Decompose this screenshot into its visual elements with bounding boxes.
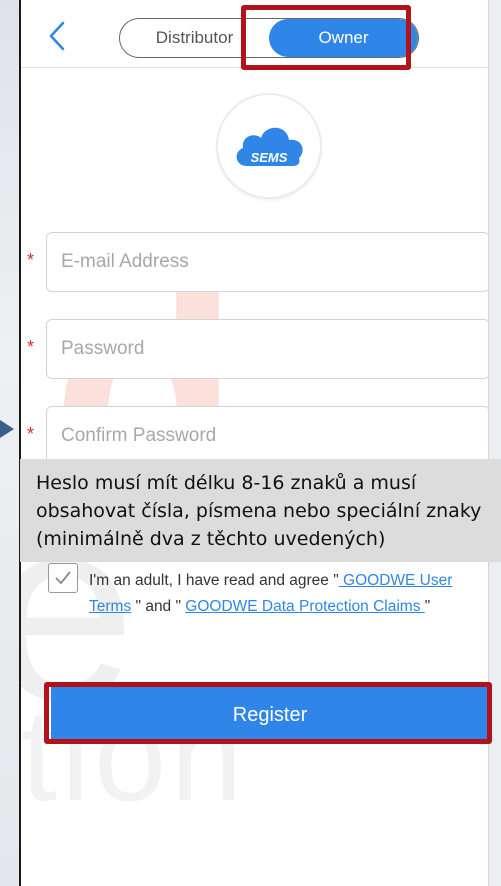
tooltip-line-2: obsahovat čísla, písmena nebo speciální … [36, 500, 482, 522]
password-hint-tooltip: Heslo musí mít délku 8-16 znaků a musí o… [20, 459, 501, 562]
required-mark-email: * [27, 250, 35, 270]
arrow-marker-icon [0, 420, 14, 438]
background-left-panel [0, 0, 20, 886]
tab-owner[interactable]: Owner [269, 19, 418, 57]
terms-text: I'm an adult, I have read and agree " GO… [89, 568, 484, 620]
password-field[interactable] [46, 319, 488, 379]
tooltip-line-1: Heslo musí mít délku 8-16 znaků a musí [36, 472, 417, 494]
confirm-password-input[interactable] [61, 425, 488, 447]
email-input[interactable] [61, 251, 488, 273]
required-mark-password: * [27, 337, 35, 357]
email-field[interactable] [46, 232, 488, 292]
data-protection-link[interactable]: GOODWE Data Protection Claims [185, 598, 424, 615]
terms-middle: " and " [131, 598, 186, 615]
app-logo: SEMS [218, 95, 320, 197]
check-icon [55, 571, 71, 585]
account-type-segment: Distributor Owner [119, 18, 419, 58]
phone-screen: Distributor Owner d e tion SEMS * * * I'… [19, 0, 489, 886]
top-bar: Distributor Owner [21, 0, 488, 68]
terms-suffix: " [424, 598, 431, 615]
logo-text: SEMS [251, 150, 288, 165]
password-input[interactable] [61, 338, 488, 360]
cloud-icon: SEMS [236, 127, 303, 166]
terms-prefix: I'm an adult, I have read and agree " [89, 572, 339, 589]
required-mark-confirm: * [27, 424, 35, 444]
confirm-password-field[interactable] [46, 406, 488, 466]
tab-distributor[interactable]: Distributor [120, 19, 269, 57]
tooltip-line-3: (minimálně dva z těchto uvedených) [36, 528, 386, 550]
back-button[interactable] [43, 18, 73, 54]
register-button[interactable]: Register [51, 686, 488, 744]
background-right-panel [489, 0, 501, 886]
chevron-left-icon [49, 21, 65, 51]
terms-checkbox[interactable] [48, 563, 78, 593]
